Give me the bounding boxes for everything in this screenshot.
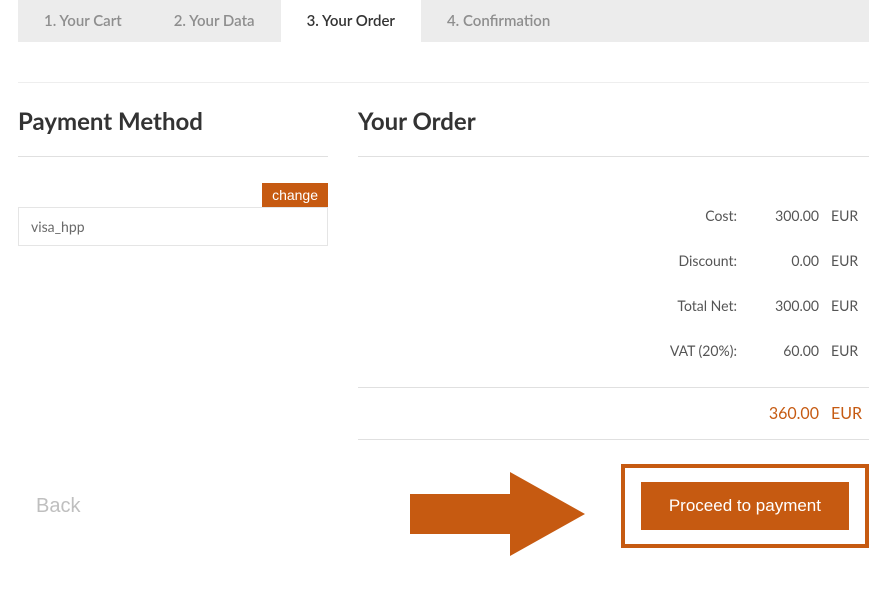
discount-currency: EUR — [831, 252, 869, 269]
payment-method-section: Payment Method change visa_hpp — [18, 107, 328, 460]
tab-data[interactable]: 2. Your Data — [148, 0, 281, 42]
cost-value: 300.00 — [749, 207, 819, 224]
tab-cart[interactable]: 1. Your Cart — [18, 0, 148, 42]
totalnet-currency: EUR — [831, 297, 869, 314]
proceed-highlight: Proceed to payment — [621, 464, 869, 548]
divider — [358, 439, 869, 440]
vat-currency: EUR — [831, 342, 869, 359]
total-value: 360.00 — [749, 404, 819, 423]
totalnet-label: Total Net: — [358, 297, 737, 314]
content: Payment Method change visa_hpp Your Orde… — [0, 83, 887, 460]
totalnet-row: Total Net: 300.00 EUR — [358, 297, 869, 314]
cost-currency: EUR — [831, 207, 869, 224]
proceed-button[interactable]: Proceed to payment — [641, 482, 849, 530]
payment-method-heading: Payment Method — [18, 107, 328, 136]
divider — [18, 156, 328, 157]
total-row: 360.00 EUR — [358, 404, 869, 423]
order-rows: Cost: 300.00 EUR Discount: 0.00 EUR Tota… — [358, 207, 869, 359]
total-currency: EUR — [831, 404, 869, 423]
order-summary-section: Your Order Cost: 300.00 EUR Discount: 0.… — [358, 107, 869, 460]
order-heading: Your Order — [358, 107, 869, 136]
divider — [358, 156, 869, 157]
discount-row: Discount: 0.00 EUR — [358, 252, 869, 269]
tab-confirmation[interactable]: 4. Confirmation — [421, 0, 576, 42]
cost-label: Cost: — [358, 207, 737, 224]
discount-label: Discount: — [358, 252, 737, 269]
arrow-icon — [410, 464, 590, 564]
footer: Back Proceed to payment — [0, 460, 887, 568]
discount-value: 0.00 — [749, 252, 819, 269]
checkout-tabs: 1. Your Cart 2. Your Data 3. Your Order … — [18, 0, 869, 42]
payment-method-value: visa_hpp — [18, 207, 328, 246]
divider — [358, 387, 869, 388]
change-button[interactable]: change — [262, 183, 328, 207]
vat-row: VAT (20%): 60.00 EUR — [358, 342, 869, 359]
vat-label: VAT (20%): — [358, 342, 737, 359]
tab-order[interactable]: 3. Your Order — [281, 0, 421, 42]
cost-row: Cost: 300.00 EUR — [358, 207, 869, 224]
back-button[interactable]: Back — [18, 485, 98, 528]
totalnet-value: 300.00 — [749, 297, 819, 314]
vat-value: 60.00 — [749, 342, 819, 359]
